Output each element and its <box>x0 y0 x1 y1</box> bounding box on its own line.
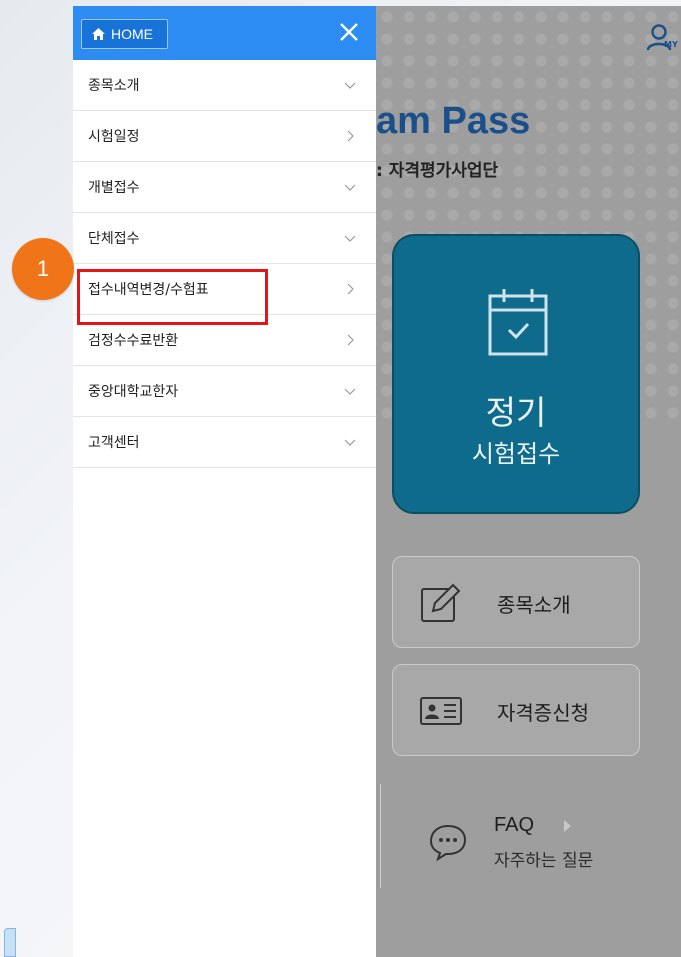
regular-card-subtitle: 시험접수 <box>471 440 561 468</box>
menu-item-group-registration[interactable]: 단체접수 <box>73 213 376 264</box>
floating-button-edge[interactable] <box>4 928 16 957</box>
menu-item-chungang-hanja[interactable]: 중앙대학교한자 <box>73 366 376 417</box>
course-intro-label: 종목소개 <box>497 593 571 617</box>
menu-item-label: 개별접수 <box>88 180 140 196</box>
home-icon <box>92 28 105 40</box>
chevron-down-icon <box>344 235 356 242</box>
certificate-request-button[interactable]: 자격증신청 <box>392 664 640 756</box>
chevron-down-icon <box>344 439 356 446</box>
menu-item-label: 시험일정 <box>88 129 140 145</box>
close-icon[interactable] <box>338 21 360 43</box>
chevron-right-icon <box>347 334 354 346</box>
menu-item-registration-change-admission-ticket[interactable]: 접수내역변경/수험표 <box>73 264 376 315</box>
menu-item-exam-schedule[interactable]: 시험일정 <box>73 111 376 162</box>
vertical-divider <box>380 784 381 888</box>
chevron-down-icon <box>344 388 356 395</box>
calendar-check-icon <box>488 289 548 356</box>
home-button[interactable]: HOME <box>81 19 168 49</box>
menu-item-label: 접수내역변경/수험표 <box>88 282 209 298</box>
regular-card-title: 정기 <box>485 393 547 432</box>
brand-title: am Pass <box>376 100 531 142</box>
side-drawer: HOME 종목소개 시험일정 개별접수 단체접수 접수내역변경/수험표 검정수수… <box>73 6 376 957</box>
drawer-menu: 종목소개 시험일정 개별접수 단체접수 접수내역변경/수험표 검정수수료반환 중… <box>73 60 376 468</box>
menu-item-label: 고객센터 <box>88 435 140 451</box>
menu-item-label: 단체접수 <box>88 231 140 247</box>
step-badge: 1 <box>12 238 74 300</box>
faq-subtitle: 자주하는 질문 <box>494 851 594 871</box>
my-label: MY <box>664 40 678 49</box>
menu-item-label: 종목소개 <box>88 78 140 94</box>
faq-arrow-icon <box>564 820 571 832</box>
brand-subtitle: : 자격평가사업단 <box>376 161 499 181</box>
user-icon[interactable] <box>646 22 680 56</box>
drawer-header: HOME <box>73 6 376 60</box>
menu-item-label: 검정수수료반환 <box>88 333 179 349</box>
chevron-right-icon <box>347 130 354 142</box>
menu-item-label: 중앙대학교한자 <box>88 384 179 400</box>
course-intro-button[interactable]: 종목소개 <box>392 556 640 648</box>
menu-item-fee-refund[interactable]: 검정수수료반환 <box>73 315 376 366</box>
menu-item-course-intro[interactable]: 종목소개 <box>73 60 376 111</box>
id-card-icon <box>420 697 462 725</box>
menu-item-individual-registration[interactable]: 개별접수 <box>73 162 376 213</box>
faq-title[interactable]: FAQ <box>494 814 534 837</box>
chevron-down-icon <box>344 82 356 89</box>
chevron-right-icon <box>347 283 354 295</box>
certificate-request-label: 자격증신청 <box>497 701 589 725</box>
home-label: HOME <box>111 26 153 42</box>
chat-bubble-icon <box>429 824 467 862</box>
menu-item-customer-center[interactable]: 고객센터 <box>73 417 376 468</box>
chevron-down-icon <box>344 184 356 191</box>
edit-icon <box>421 583 461 622</box>
regular-exam-card[interactable]: 정기 시험접수 <box>392 234 640 514</box>
background-page: am Pass : 자격평가사업단 MY 정기 시험접수 종목소개 자격증신청 … <box>376 6 681 957</box>
